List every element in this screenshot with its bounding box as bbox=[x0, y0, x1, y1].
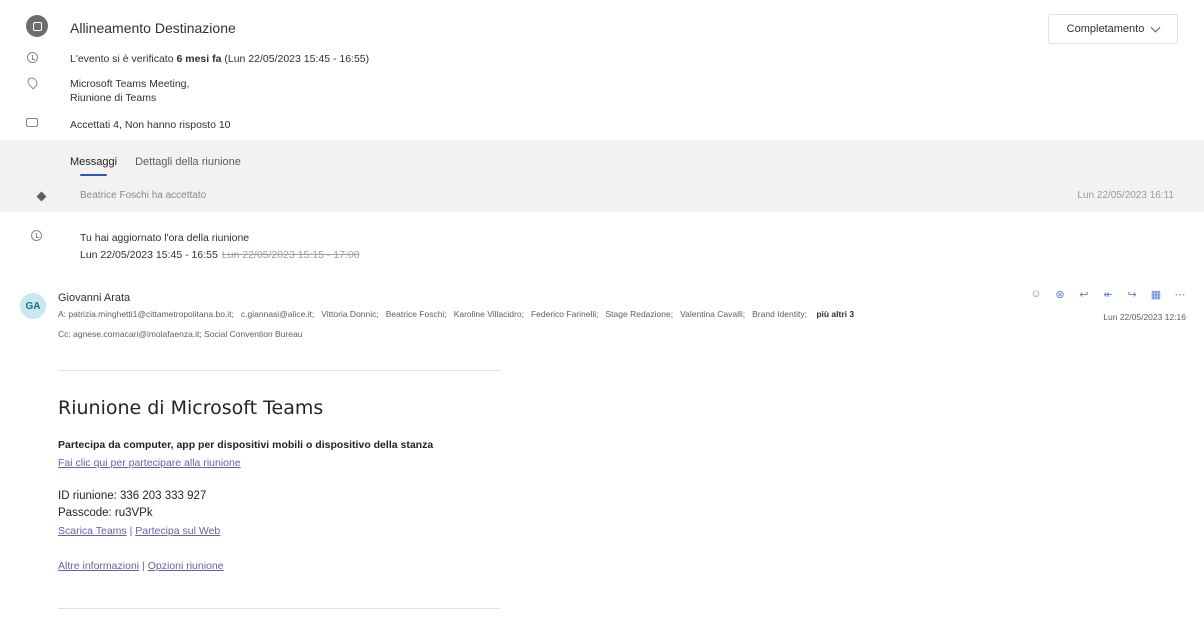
tab-meeting-details[interactable]: Dettagli della riunione bbox=[135, 156, 241, 176]
response-text: Beatrice Foschi ha accettato bbox=[80, 190, 207, 201]
event-title: Allineamento Destinazione bbox=[70, 20, 236, 36]
recipient[interactable]: Federico Farinelli; bbox=[531, 309, 599, 319]
download-teams-link[interactable]: Scarica Teams bbox=[58, 525, 127, 537]
tab-messages[interactable]: Messaggi bbox=[70, 156, 117, 176]
completion-label: Completamento bbox=[1066, 23, 1145, 35]
more-recipients-link[interactable]: più altri 3 bbox=[816, 309, 854, 319]
reply-all-icon[interactable]: ↞ bbox=[1102, 288, 1114, 301]
smile-icon[interactable]: ☺ bbox=[1030, 288, 1042, 300]
divider bbox=[58, 370, 500, 371]
location-icon bbox=[24, 75, 40, 90]
reply-arrow-icon bbox=[36, 191, 47, 202]
completion-dropdown-button[interactable]: Completamento bbox=[1048, 14, 1178, 44]
join-web-link[interactable]: Partecipa sul Web bbox=[135, 525, 220, 537]
recipient[interactable]: c.giannasi@alice.it; bbox=[241, 309, 314, 319]
reply-icon[interactable]: ↩ bbox=[1078, 288, 1090, 301]
meeting-title: Riunione di Microsoft Teams bbox=[58, 397, 324, 419]
divider bbox=[58, 608, 500, 609]
calendar-event-icon bbox=[26, 15, 48, 37]
update-title: Tu hai aggiornato l'ora della riunione bbox=[80, 232, 250, 244]
cc-line: Cc: agnese.cornacari@imolafaenza.it; Soc… bbox=[58, 329, 303, 339]
teams-icon[interactable]: ⊛ bbox=[1054, 288, 1066, 301]
message-actions: ☺ ⊛ ↩ ↞ ↪ ▦ ⋯ bbox=[1030, 288, 1186, 301]
message-date: Lun 22/05/2023 12:16 bbox=[1103, 312, 1186, 322]
meeting-options-link[interactable]: Opzioni riunione bbox=[148, 560, 224, 572]
recipient[interactable]: Brand Identity; bbox=[752, 309, 807, 319]
clock-icon bbox=[31, 230, 42, 241]
recipient[interactable]: Beatrice Foschi; bbox=[386, 309, 447, 319]
grid-icon[interactable]: ▦ bbox=[1150, 288, 1162, 301]
more-options-icon[interactable]: ⋯ bbox=[1174, 288, 1186, 301]
event-time: L'evento si è verificato 6 mesi fa (Lun … bbox=[70, 53, 370, 65]
recipient[interactable]: Karoline Villacidro; bbox=[454, 309, 524, 319]
attendees-link[interactable]: Accettati 4, Non hanno risposto 10 bbox=[70, 118, 231, 132]
recipient[interactable]: patrizia.minghetti1@cittametropolitana.b… bbox=[68, 309, 234, 319]
update-times: Lun 22/05/2023 15:45 - 16:55 Lun 22/05/20… bbox=[80, 249, 360, 261]
forward-icon[interactable]: ↪ bbox=[1126, 288, 1138, 301]
info-links: Altre informazioni | Opzioni riunione bbox=[58, 560, 224, 572]
sender-name[interactable]: Giovanni Arata bbox=[58, 292, 130, 304]
response-date: Lun 22/05/2023 16:11 bbox=[1077, 190, 1174, 201]
tab-bar: Messaggi Dettagli della riunione bbox=[70, 156, 241, 176]
attendees-icon bbox=[26, 118, 38, 130]
recipient[interactable]: Valentina Cavalli; bbox=[680, 309, 745, 319]
response-row[interactable]: Beatrice Foschi ha accettato Lun 22/05/2… bbox=[0, 190, 1204, 206]
join-heading: Partecipa da computer, app per dispositi… bbox=[58, 439, 434, 451]
passcode: Passcode: ru3VPk bbox=[58, 507, 153, 519]
download-links: Scarica Teams | Partecipa sul Web bbox=[58, 525, 221, 537]
recipients-line: A: patrizia.minghetti1@cittametropolitan… bbox=[58, 309, 855, 319]
meeting-id: ID riunione: 336 203 333 927 bbox=[58, 490, 207, 502]
join-meeting-link[interactable]: Fai clic qui per partecipare alla riunio… bbox=[58, 457, 241, 469]
clock-icon bbox=[26, 52, 38, 64]
recipient[interactable]: Vittoria Donnic; bbox=[321, 309, 378, 319]
recipient[interactable]: Stage Redazione; bbox=[606, 309, 674, 319]
avatar[interactable]: GA bbox=[20, 293, 46, 319]
more-info-link[interactable]: Altre informazioni bbox=[58, 560, 139, 572]
event-location: Microsoft Teams Meeting, Riunione di Team… bbox=[70, 78, 190, 104]
chevron-down-icon bbox=[1150, 22, 1161, 32]
